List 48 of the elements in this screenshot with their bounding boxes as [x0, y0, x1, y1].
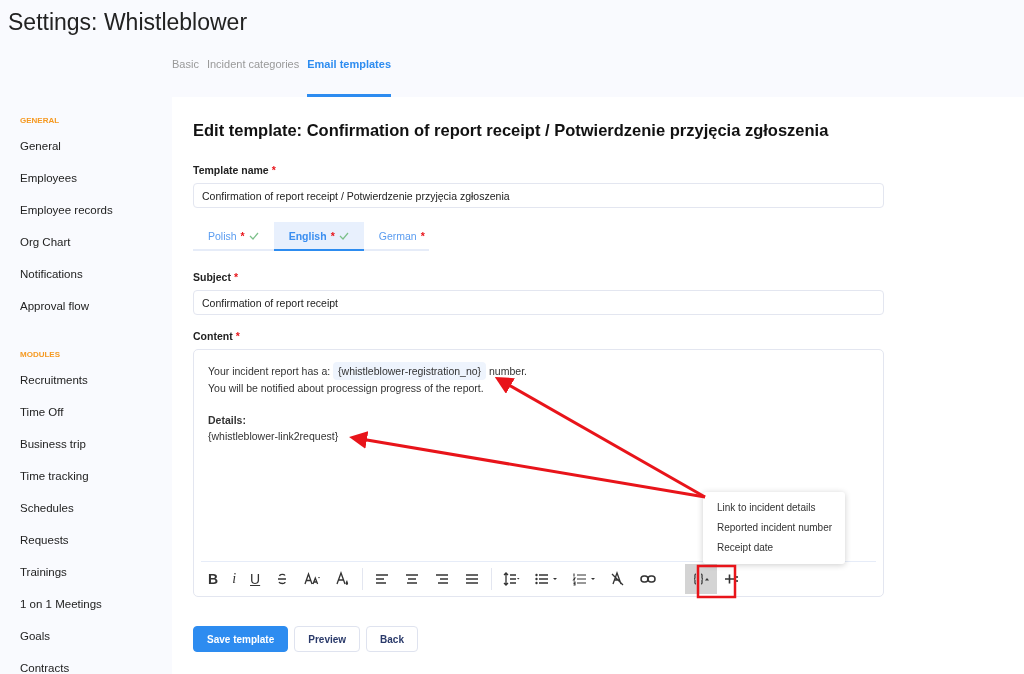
required-mark: *: [330, 229, 335, 242]
field-label: Subject: [193, 271, 231, 283]
menu-item[interactable]: Receipt date: [703, 538, 788, 558]
required-mark: *: [233, 271, 239, 283]
sidebar-item[interactable]: Approval flow: [0, 290, 90, 322]
bold-button[interactable]: B: [201, 564, 226, 594]
sidebar-item[interactable]: Time tracking: [0, 460, 89, 492]
underline-button[interactable]: U: [243, 564, 268, 594]
required-mark: *: [240, 229, 245, 242]
sidebar-item[interactable]: Employee records: [0, 194, 113, 226]
language-tab[interactable]: Polish *: [193, 222, 274, 251]
sidebar-item[interactable]: Business trip: [0, 428, 86, 460]
sidebar-item[interactable]: Contracts: [0, 652, 70, 674]
sidebar-item[interactable]: Goals: [0, 620, 51, 652]
sidebar-item[interactable]: Recruitments: [0, 364, 88, 396]
sidebar-item[interactable]: Org Chart: [0, 226, 71, 258]
required-mark: *: [235, 330, 240, 342]
required-mark: *: [420, 229, 425, 242]
subject-field[interactable]: Confirmation of report receipt: [193, 290, 884, 315]
editor-text: {whistleblower-link2request}: [208, 430, 339, 442]
sidebar-item[interactable]: Employees: [0, 162, 77, 194]
menu-item[interactable]: Reported incident number: [703, 518, 847, 538]
sidebar-heading: GENERAL: [19, 115, 61, 127]
sidebar-item[interactable]: Requests: [0, 524, 69, 556]
sidebar-heading: MODULES: [19, 349, 61, 361]
editor-text: You will be notified about processign progress of the report.: [208, 382, 484, 394]
page-title: Settings: Whistleblower: [7, 8, 249, 37]
italic-button[interactable]: i: [225, 564, 243, 594]
field-label: Template name: [193, 164, 269, 176]
sidebar-item[interactable]: General: [0, 130, 61, 162]
language-tab[interactable]: English *: [273, 222, 364, 251]
menu-item[interactable]: Link to incident details: [703, 498, 830, 518]
field-label: Content: [193, 330, 233, 342]
template-name-field[interactable]: Confirmation of report receipt / Potwierdzenie przyjęcia zgłoszenia: [193, 183, 884, 208]
sidebar-item[interactable]: Notifications: [0, 258, 83, 290]
language-tab[interactable]: German *: [363, 222, 440, 251]
sidebar-item[interactable]: 1 on 1 Meetings: [0, 588, 102, 620]
sidebar-item[interactable]: Time Off: [0, 396, 64, 428]
sidebar-item[interactable]: Schedules: [0, 492, 74, 524]
sidebar-item[interactable]: Trainings: [0, 556, 67, 588]
edit-template-heading: Edit template: Confirmation of report receipt / Potwierdzenie przyjęcia zgłoszenia: [193, 121, 830, 140]
editor-text: Your incident report has a:: [208, 365, 332, 377]
editor-text: number.: [488, 365, 527, 377]
required-mark: *: [271, 164, 276, 176]
action-button[interactable]: Preview: [294, 626, 361, 652]
action-button[interactable]: Back: [366, 626, 418, 652]
editor-text: Details:: [208, 414, 246, 426]
variable-chip: {whistleblower-registration_no}: [333, 362, 487, 380]
